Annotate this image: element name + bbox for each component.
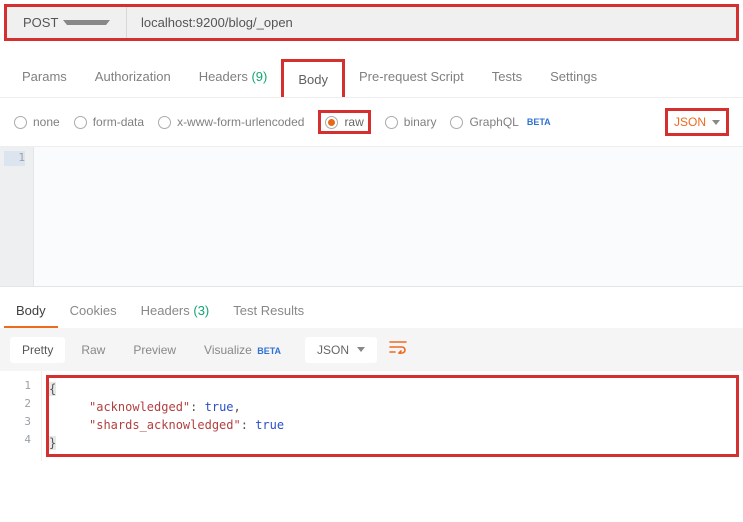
response-json-text: { "acknowledged": true, "shards_acknowle…	[46, 375, 739, 457]
response-tab-headers-label: Headers	[141, 303, 190, 318]
radio-label: raw	[344, 115, 363, 129]
response-body: 1 2 3 4 { "acknowledged": true, "shards_…	[0, 371, 743, 461]
body-type-urlencoded[interactable]: x-www-form-urlencoded	[158, 115, 304, 129]
radio-icon	[385, 116, 398, 129]
request-tabs: Params Authorization Headers (9) Body Pr…	[0, 45, 743, 98]
chevron-down-icon	[357, 347, 365, 352]
chevron-down-icon	[63, 20, 111, 25]
body-type-raw[interactable]: raw	[318, 110, 370, 134]
body-type-graphql[interactable]: GraphQL BETA	[450, 115, 550, 129]
tab-prerequest[interactable]: Pre-request Script	[345, 59, 478, 97]
line-number: 3	[10, 413, 31, 431]
response-code[interactable]: { "acknowledged": true, "shards_acknowle…	[42, 371, 743, 461]
tab-headers[interactable]: Headers (9)	[185, 59, 282, 97]
json-key: "acknowledged"	[89, 400, 190, 414]
json-brace: }	[49, 436, 56, 450]
body-type-radios: none form-data x-www-form-urlencoded raw…	[0, 98, 743, 147]
json-value: true	[205, 400, 234, 414]
json-value: true	[255, 418, 284, 432]
line-number: 4	[10, 431, 31, 449]
json-colon: :	[241, 418, 248, 432]
line-number: 1	[10, 377, 31, 395]
chevron-down-icon	[712, 120, 720, 125]
response-toolbar: Pretty Raw Preview Visualize BETA JSON	[0, 328, 743, 371]
response-tab-body[interactable]: Body	[4, 295, 58, 328]
response-view-visualize[interactable]: Visualize BETA	[192, 337, 293, 363]
response-tabs: Body Cookies Headers (3) Test Results	[0, 287, 743, 328]
line-number: 1	[4, 151, 25, 166]
response-tab-headers[interactable]: Headers (3)	[129, 295, 222, 328]
radio-label: x-www-form-urlencoded	[177, 115, 304, 129]
json-key: "shards_acknowledged"	[89, 418, 241, 432]
tab-settings[interactable]: Settings	[536, 59, 611, 97]
response-tab-cookies[interactable]: Cookies	[58, 295, 129, 328]
response-format-select[interactable]: JSON	[305, 337, 377, 363]
http-method-select[interactable]: POST	[7, 7, 127, 38]
radio-icon	[74, 116, 87, 129]
body-format-value: JSON	[674, 115, 706, 129]
line-number: 2	[10, 395, 31, 413]
radio-icon	[158, 116, 171, 129]
request-bar: POST	[4, 4, 739, 41]
body-format-select[interactable]: JSON	[665, 108, 729, 136]
body-type-binary[interactable]: binary	[385, 115, 437, 129]
radio-icon	[14, 116, 27, 129]
tab-tests[interactable]: Tests	[478, 59, 536, 97]
radio-icon	[450, 116, 463, 129]
tab-params[interactable]: Params	[8, 59, 81, 97]
request-body-editor[interactable]: 1	[0, 147, 743, 287]
radio-label: none	[33, 115, 60, 129]
response-format-value: JSON	[317, 343, 349, 357]
body-type-formdata[interactable]: form-data	[74, 115, 144, 129]
response-view-preview[interactable]: Preview	[121, 337, 188, 363]
tab-authorization[interactable]: Authorization	[81, 59, 185, 97]
response-view-pretty[interactable]: Pretty	[10, 337, 65, 363]
response-headers-count-badge: (3)	[193, 303, 209, 318]
response-tab-testresults[interactable]: Test Results	[221, 295, 316, 328]
beta-badge: BETA	[527, 117, 551, 127]
radio-label: form-data	[93, 115, 144, 129]
response-view-raw[interactable]: Raw	[69, 337, 117, 363]
json-comma: ,	[234, 400, 241, 414]
radio-label: GraphQL	[469, 115, 518, 129]
radio-icon	[325, 116, 338, 129]
beta-badge: BETA	[257, 346, 281, 356]
tab-headers-label: Headers	[199, 69, 248, 84]
url-input[interactable]	[127, 7, 736, 38]
headers-count-badge: (9)	[251, 69, 267, 84]
visualize-label: Visualize	[204, 343, 252, 357]
response-gutter: 1 2 3 4	[0, 371, 42, 461]
wrap-lines-icon[interactable]	[381, 336, 415, 363]
http-method-value: POST	[23, 15, 63, 30]
editor-gutter: 1	[0, 147, 34, 286]
radio-label: binary	[404, 115, 437, 129]
body-type-none[interactable]: none	[14, 115, 60, 129]
tab-body[interactable]: Body	[281, 59, 345, 97]
json-brace: {	[49, 382, 56, 396]
